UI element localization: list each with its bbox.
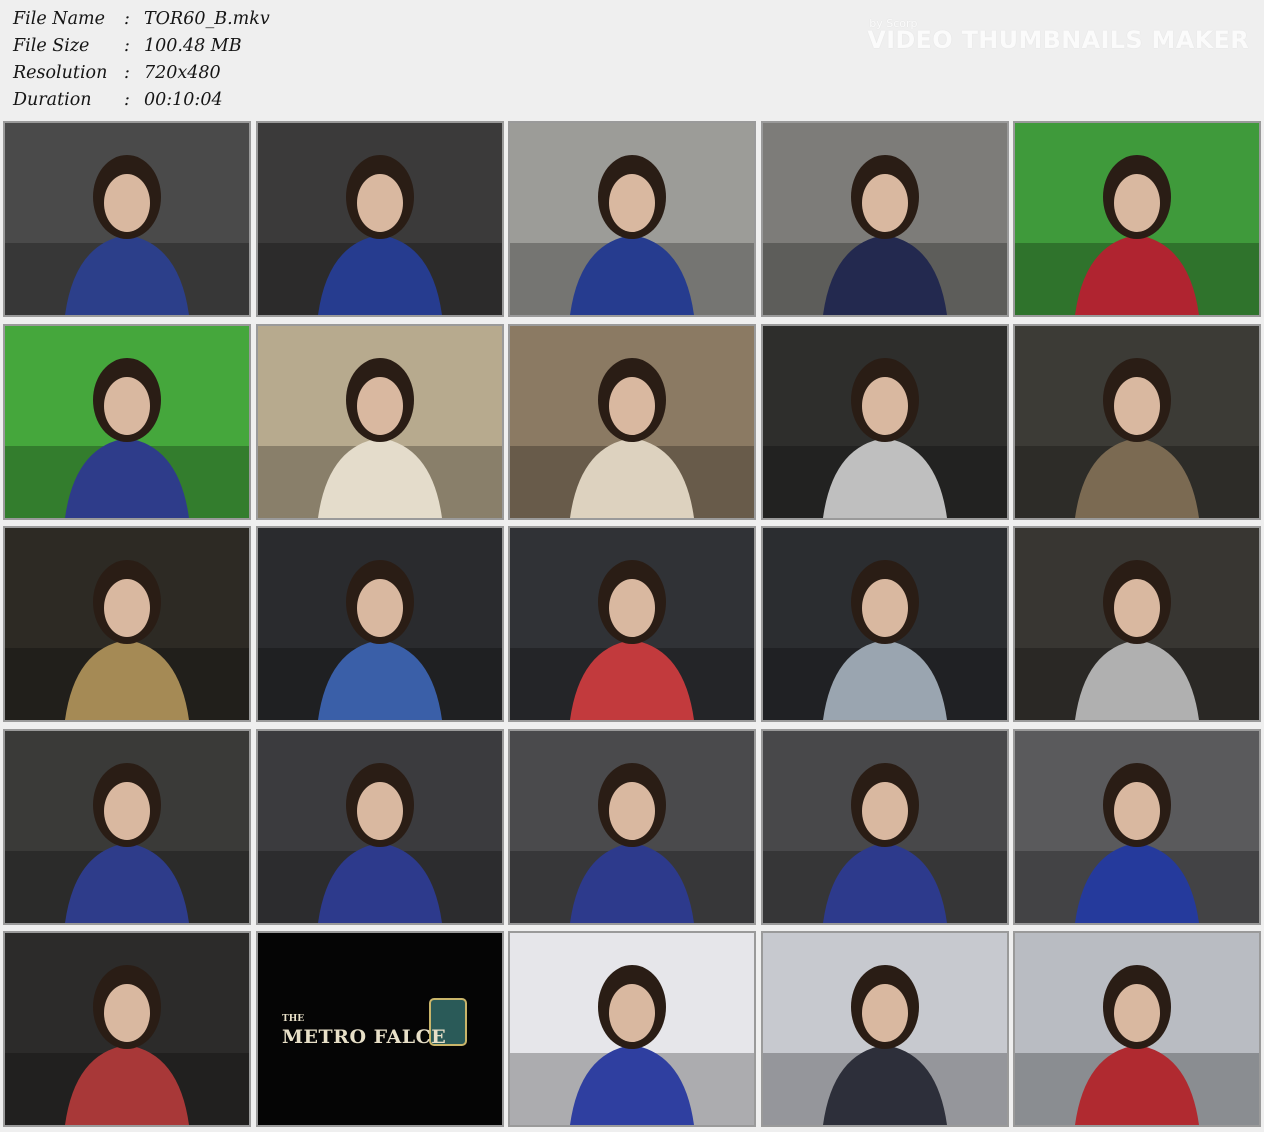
figure-face xyxy=(104,174,150,232)
thumbnail-frame xyxy=(510,965,754,1125)
video-thumbnail[interactable]: THE METRO FALCE xyxy=(256,931,504,1127)
video-thumbnail[interactable] xyxy=(3,526,251,722)
video-thumbnail[interactable] xyxy=(508,121,756,317)
video-thumbnail[interactable] xyxy=(508,931,756,1127)
video-thumbnail[interactable] xyxy=(761,121,1009,317)
thumbnail-frame xyxy=(5,965,249,1125)
figure-face xyxy=(104,377,150,435)
figure-face xyxy=(357,377,403,435)
video-thumbnail[interactable] xyxy=(1013,324,1261,520)
info-value: TOR60_B.mkv xyxy=(144,9,270,29)
thumbnail-frame xyxy=(5,155,249,315)
video-thumbnail[interactable] xyxy=(256,729,504,925)
thumbnail-frame xyxy=(510,155,754,315)
video-thumbnail[interactable] xyxy=(761,526,1009,722)
info-colon: : xyxy=(124,63,130,83)
video-thumbnail[interactable] xyxy=(3,729,251,925)
video-thumbnail[interactable] xyxy=(256,324,504,520)
thumbnail-frame xyxy=(763,965,1007,1125)
figure-face xyxy=(104,579,150,637)
figure-face xyxy=(609,782,655,840)
thumbnail-frame xyxy=(258,763,502,923)
video-thumbnail[interactable] xyxy=(1013,729,1261,925)
thumbnail-frame xyxy=(5,560,249,720)
figure-face xyxy=(862,579,908,637)
figure-face xyxy=(1114,579,1160,637)
info-label: Resolution xyxy=(13,63,108,83)
thumbnail-frame xyxy=(1015,358,1259,518)
watermark-title: VIDEO THUMBNAILS MAKER xyxy=(867,26,1249,54)
title-card-text: THE METRO FALCE xyxy=(282,1015,446,1047)
info-label: File Size xyxy=(13,36,90,56)
figure-face xyxy=(357,579,403,637)
figure-face xyxy=(609,174,655,232)
figure-face xyxy=(357,174,403,232)
figure-face xyxy=(1114,782,1160,840)
video-thumbnail[interactable] xyxy=(508,729,756,925)
title-card-the: THE xyxy=(282,1014,305,1024)
thumbnail-frame xyxy=(763,560,1007,720)
video-thumbnail[interactable] xyxy=(256,526,504,722)
figure-face xyxy=(609,984,655,1042)
info-colon: : xyxy=(124,90,130,110)
thumbnail-frame xyxy=(5,763,249,923)
thumbnail-frame xyxy=(258,560,502,720)
video-thumbnail[interactable] xyxy=(761,324,1009,520)
thumbnail-frame xyxy=(510,763,754,923)
info-label: File Name xyxy=(13,9,105,29)
info-value: 720x480 xyxy=(144,63,221,83)
thumbnail-frame xyxy=(510,560,754,720)
thumbnail-frame xyxy=(5,358,249,518)
video-thumbnail[interactable] xyxy=(508,526,756,722)
figure-face xyxy=(104,984,150,1042)
figure-face xyxy=(609,579,655,637)
video-thumbnail[interactable] xyxy=(508,324,756,520)
video-thumbnail[interactable] xyxy=(761,931,1009,1127)
figure-face xyxy=(357,782,403,840)
figure-face xyxy=(862,174,908,232)
info-colon: : xyxy=(124,36,130,56)
video-thumbnail[interactable] xyxy=(1013,526,1261,722)
figure-face xyxy=(862,377,908,435)
figure-face xyxy=(1114,377,1160,435)
figure-face xyxy=(862,782,908,840)
figure-face xyxy=(1114,984,1160,1042)
watermark-logo: by Scorp VIDEO THUMBNAILS MAKER xyxy=(867,17,1249,54)
thumbnail-frame xyxy=(763,155,1007,315)
video-thumbnail[interactable] xyxy=(3,121,251,317)
info-label: Duration xyxy=(13,90,92,110)
figure-face xyxy=(609,377,655,435)
thumbnail-frame xyxy=(1015,965,1259,1125)
figure-face xyxy=(104,782,150,840)
figure-face xyxy=(862,984,908,1042)
video-thumbnail[interactable] xyxy=(3,324,251,520)
video-thumbnail[interactable] xyxy=(256,121,504,317)
info-value: 100.48 MB xyxy=(144,36,242,56)
thumbnail-frame xyxy=(763,763,1007,923)
thumbnail-frame xyxy=(258,358,502,518)
thumbnail-frame xyxy=(510,358,754,518)
video-thumbnail[interactable] xyxy=(761,729,1009,925)
thumbnail-frame xyxy=(1015,155,1259,315)
thumbnail-frame xyxy=(763,358,1007,518)
info-value: 00:10:04 xyxy=(144,90,223,110)
video-thumbnail[interactable] xyxy=(3,931,251,1127)
figure-face xyxy=(1114,174,1160,232)
video-thumbnail[interactable] xyxy=(1013,121,1261,317)
thumbnail-frame xyxy=(258,155,502,315)
video-thumbnail[interactable] xyxy=(1013,931,1261,1127)
info-colon: : xyxy=(124,9,130,29)
thumbnail-frame xyxy=(1015,560,1259,720)
thumbnail-frame xyxy=(1015,763,1259,923)
title-card-main: METRO FALCE xyxy=(282,1026,447,1048)
